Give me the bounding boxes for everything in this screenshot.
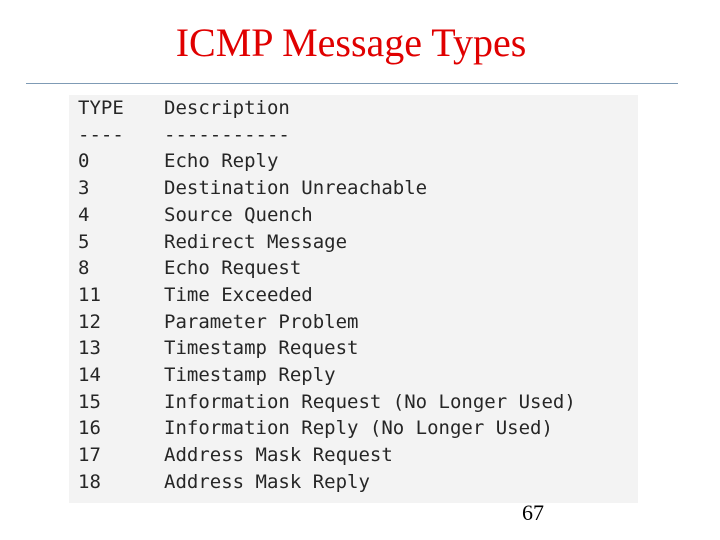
separator-description: -----------	[164, 123, 290, 146]
table-row: 15 Information Request (No Longer Used)	[78, 389, 576, 416]
header-description: Description	[164, 97, 290, 119]
type-description: Time Exceeded	[164, 283, 313, 306]
type-code: 17	[78, 444, 101, 467]
type-code: 13	[78, 337, 101, 360]
type-code: 18	[78, 470, 101, 493]
type-description: Timestamp Reply	[164, 364, 336, 387]
table-row: 16 Information Reply (No Longer Used)	[78, 415, 576, 442]
table-separator-row: ---- -----------	[78, 122, 576, 149]
table-row: 0 Echo Reply	[78, 148, 576, 175]
type-description: Echo Reply	[164, 150, 279, 173]
table-row: 18 Address Mask Reply	[78, 469, 576, 496]
icmp-types-table: TYPE Description ---- ----------- 0 Echo…	[78, 95, 576, 496]
type-description: Address Mask Request	[164, 444, 393, 467]
table-row: 8 Echo Request	[78, 255, 576, 282]
table-row: 13 Timestamp Request	[78, 335, 576, 362]
title-divider	[26, 83, 678, 84]
table-row: 17 Address Mask Request	[78, 442, 576, 469]
page-number: 67	[522, 500, 544, 525]
table-row: 4 Source Quench	[78, 202, 576, 229]
type-description: Redirect Message	[164, 230, 348, 253]
table-header-row: TYPE Description	[78, 95, 576, 122]
type-description: Source Quench	[164, 203, 313, 226]
type-code: 0	[78, 150, 90, 173]
table-row: 14 Timestamp Reply	[78, 362, 576, 389]
type-code: 8	[78, 257, 90, 280]
slide-title: ICMP Message Types	[175, 20, 527, 65]
type-code: 11	[78, 283, 101, 306]
type-description: Echo Request	[164, 257, 302, 280]
type-code: 4	[78, 203, 90, 226]
type-code: 12	[78, 310, 101, 333]
table-row: 3 Destination Unreachable	[78, 175, 576, 202]
type-code: 15	[78, 390, 101, 413]
type-code: 14	[78, 364, 101, 387]
type-description: Information Reply (No Longer Used)	[164, 417, 553, 440]
separator-type: ----	[78, 123, 124, 146]
type-description: Information Request (No Longer Used)	[164, 390, 576, 413]
table-row: 12 Parameter Problem	[78, 309, 576, 336]
type-description: Parameter Problem	[164, 310, 359, 333]
type-description: Destination Unreachable	[164, 177, 428, 200]
header-type: TYPE	[78, 97, 124, 119]
table-row: 5 Redirect Message	[78, 229, 576, 256]
code-block: TYPE Description ---- ----------- 0 Echo…	[69, 95, 638, 503]
type-description: Timestamp Request	[164, 337, 359, 360]
type-code: 3	[78, 177, 90, 200]
type-code: 16	[78, 417, 101, 440]
table-row: 11 Time Exceeded	[78, 282, 576, 309]
type-description: Address Mask Reply	[164, 470, 370, 493]
type-code: 5	[78, 230, 90, 253]
